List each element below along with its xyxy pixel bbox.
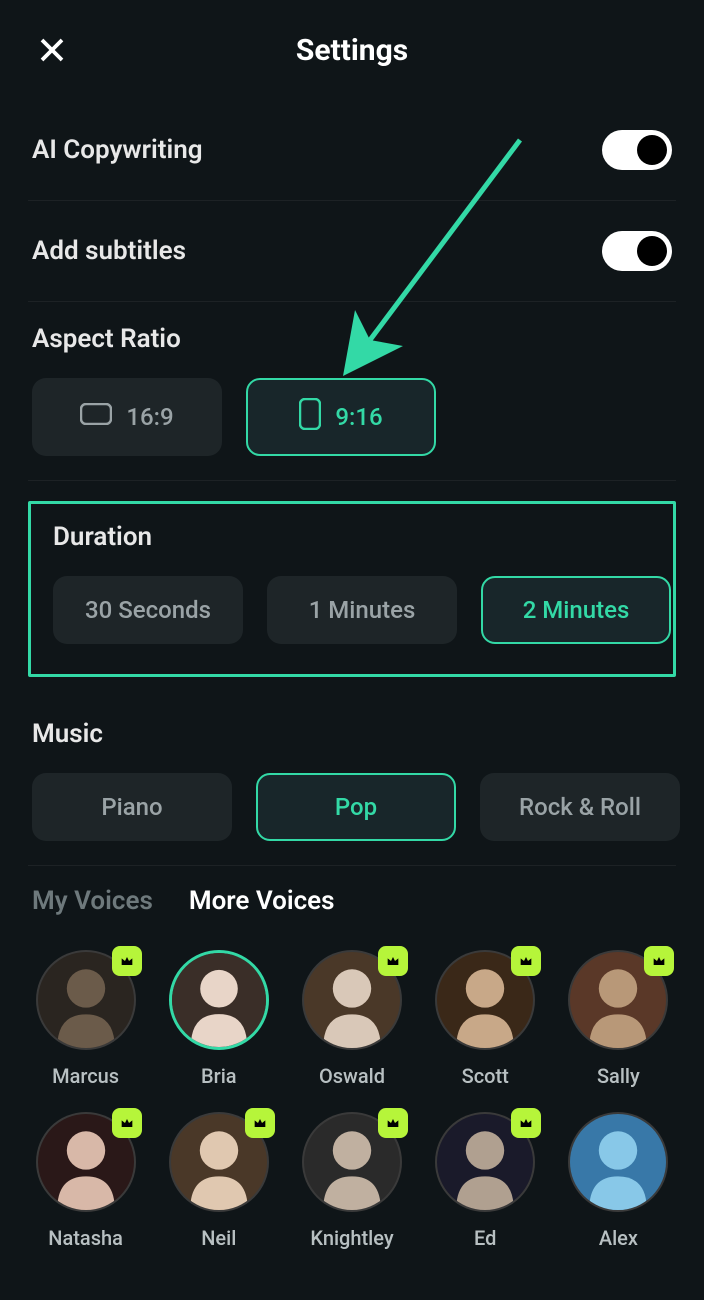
voice-name-label: Oswald — [319, 1064, 385, 1088]
subtitles-label: Add subtitles — [32, 236, 186, 266]
music-option-rock[interactable]: Rock & Roll — [480, 773, 680, 841]
aspect-ratio-option-label: 9:16 — [335, 403, 382, 431]
voice-name-label: Neil — [201, 1226, 236, 1250]
portrait-icon — [299, 398, 321, 436]
avatar-wrap — [302, 1112, 402, 1212]
duration-option-2m[interactable]: 2 Minutes — [481, 576, 671, 644]
avatar-wrap — [435, 1112, 535, 1212]
voice-name-label: Ed — [474, 1226, 496, 1250]
crown-icon — [385, 1115, 401, 1131]
crown-icon — [518, 953, 534, 969]
music-option-pop[interactable]: Pop — [256, 773, 456, 841]
avatar — [169, 950, 269, 1050]
crown-icon — [119, 1115, 135, 1131]
close-icon — [37, 35, 67, 65]
duration-section-highlighted: Duration 30 Seconds 1 Minutes 2 Minutes — [28, 501, 676, 677]
voice-ed[interactable]: Ed — [430, 1112, 541, 1250]
crown-icon — [518, 1115, 534, 1131]
voice-bria[interactable]: Bria — [163, 950, 274, 1088]
voices-grid: Marcus Bria Oswald Scott Sally Natasha Neil Kni… — [28, 922, 676, 1250]
music-option-piano[interactable]: Piano — [32, 773, 232, 841]
aspect-ratio-section: Aspect Ratio 16:9 9:16 — [28, 302, 676, 481]
avatar-wrap — [36, 950, 136, 1050]
crown-icon — [385, 953, 401, 969]
music-label: Music — [32, 719, 672, 749]
avatar-wrap — [568, 1112, 668, 1212]
premium-badge — [378, 946, 408, 976]
ai-copywriting-toggle[interactable] — [602, 130, 672, 170]
aspect-ratio-option-label: 16:9 — [126, 403, 173, 431]
music-option-label: Pop — [335, 793, 377, 821]
crown-icon — [119, 953, 135, 969]
premium-badge — [378, 1108, 408, 1138]
toggle-row-subtitles: Add subtitles — [28, 201, 676, 302]
subtitles-toggle[interactable] — [602, 231, 672, 271]
duration-option-label: 1 Minutes — [309, 596, 416, 624]
voice-name-label: Marcus — [52, 1064, 119, 1088]
aspect-ratio-option-9-16[interactable]: 9:16 — [246, 378, 436, 456]
duration-option-30s[interactable]: 30 Seconds — [53, 576, 243, 644]
voice-marcus[interactable]: Marcus — [30, 950, 141, 1088]
duration-option-label: 30 Seconds — [85, 596, 211, 624]
crown-icon — [651, 953, 667, 969]
voice-oswald[interactable]: Oswald — [296, 950, 407, 1088]
avatar-wrap — [169, 1112, 269, 1212]
crown-icon — [252, 1115, 268, 1131]
voice-name-label: Alex — [599, 1226, 638, 1250]
voice-name-label: Scott — [462, 1064, 509, 1088]
avatar-wrap — [169, 950, 269, 1050]
avatar-wrap — [302, 950, 402, 1050]
ai-copywriting-label: AI Copywriting — [32, 135, 203, 165]
avatar-wrap — [435, 950, 535, 1050]
duration-option-1m[interactable]: 1 Minutes — [267, 576, 457, 644]
voice-scott[interactable]: Scott — [430, 950, 541, 1088]
voice-name-label: Bria — [201, 1064, 237, 1088]
music-section: Music Piano Pop Rock & Roll — [28, 697, 676, 866]
duration-label: Duration — [53, 522, 651, 552]
duration-option-label: 2 Minutes — [523, 596, 630, 624]
avatar — [568, 1112, 668, 1212]
voice-neil[interactable]: Neil — [163, 1112, 274, 1250]
voice-knightley[interactable]: Knightley — [296, 1112, 407, 1250]
music-option-label: Rock & Roll — [519, 793, 641, 821]
premium-badge — [511, 946, 541, 976]
avatar-wrap — [36, 1112, 136, 1212]
voices-tabs: My Voices More Voices — [28, 866, 676, 922]
voice-name-label: Sally — [597, 1064, 640, 1088]
voice-name-label: Natasha — [48, 1226, 123, 1250]
page-title: Settings — [296, 33, 408, 68]
aspect-ratio-label: Aspect Ratio — [32, 324, 672, 354]
toggle-row-ai-copywriting: AI Copywriting — [28, 100, 676, 201]
tab-my-voices[interactable]: My Voices — [32, 886, 153, 916]
voice-alex[interactable]: Alex — [563, 1112, 674, 1250]
voice-natasha[interactable]: Natasha — [30, 1112, 141, 1250]
premium-badge — [112, 946, 142, 976]
avatar-wrap — [568, 950, 668, 1050]
close-button[interactable] — [32, 30, 72, 70]
premium-badge — [245, 1108, 275, 1138]
header: Settings — [0, 0, 704, 100]
music-option-label: Piano — [101, 793, 162, 821]
premium-badge — [644, 946, 674, 976]
premium-badge — [112, 1108, 142, 1138]
voice-name-label: Knightley — [310, 1226, 393, 1250]
voice-sally[interactable]: Sally — [563, 950, 674, 1088]
landscape-icon — [80, 403, 112, 431]
premium-badge — [511, 1108, 541, 1138]
aspect-ratio-option-16-9[interactable]: 16:9 — [32, 378, 222, 456]
tab-more-voices[interactable]: More Voices — [189, 886, 335, 916]
